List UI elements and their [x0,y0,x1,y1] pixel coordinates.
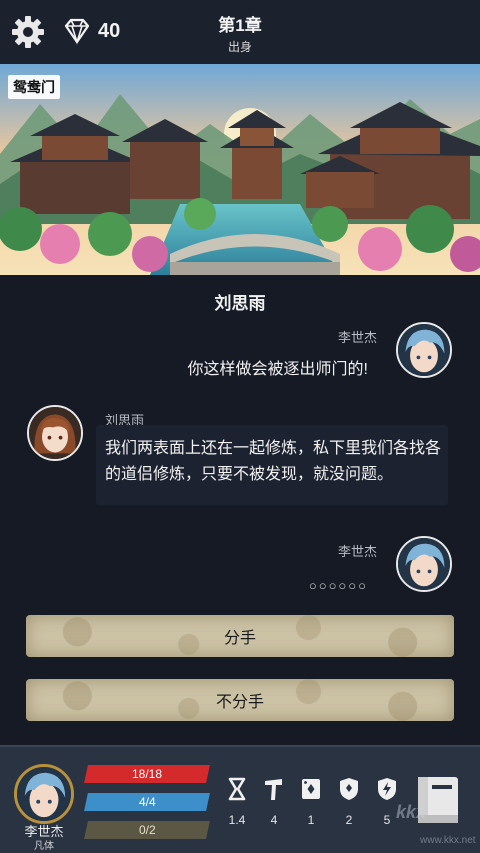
mp-value: 4/4 [138,795,156,809]
chapter-subtitle: 出身 [227,40,252,54]
speaker-name: 李世杰 [337,544,377,559]
hp-value: 18/18 [131,767,163,781]
attribute-hammer[interactable] [259,776,289,802]
male-character-avatar [396,322,452,378]
location-label: 鸳鸯门 [8,75,60,99]
attribute-hourglass[interactable] [222,776,252,802]
watermark: kkx [396,802,427,822]
player-realm: 凡体 [34,841,54,852]
xp-bar: 0/2 [84,821,210,839]
chapter-title: 第1章 [218,16,262,35]
player-status-bar: 李世杰 凡体 18/18 4/4 0/2 1.4 4 1 2 5 [0,745,480,853]
hammer-icon [265,779,282,800]
mp-bar: 4/4 [84,793,210,811]
watermark-url: www.kkx.net [420,835,476,846]
lightning-icon [378,778,396,800]
dialogue-text: ○○○○○○ [308,578,368,593]
dialogue-panel: 刘思雨 李世杰 你这样做会被逐出师门的! 刘思雨 我们两表面上还在一起修炼，私下… [0,275,480,745]
attribute-card[interactable] [296,776,326,802]
female-character-avatar [27,405,83,461]
current-speaker-name: 刘思雨 [214,294,266,313]
player-avatar[interactable] [14,764,74,824]
attribute-value: 1.4 [228,813,246,827]
xp-value: 0/2 [138,823,156,837]
male-character-avatar [396,536,452,592]
attribute-shield[interactable] [334,776,364,802]
shield-icon [340,778,358,800]
hp-bar: 18/18 [84,765,210,783]
choice-label: 不分手 [215,694,264,711]
attribute-value: 4 [270,813,278,827]
speaker-name: 李世杰 [337,330,377,345]
attribute-value: 1 [307,813,315,827]
dialogue-text: 你这样做会被逐出师门的! [187,361,368,378]
attribute-lightning[interactable] [372,776,402,802]
top-bar: 40 第1章 出身 [0,0,480,64]
choice-button-stay[interactable]: 不分手 [26,679,454,721]
scene-illustration: 鸳鸯门 [0,64,480,275]
palace-scene-image [0,64,480,275]
card-icon [302,779,320,799]
choice-button-breakup[interactable]: 分手 [26,615,454,657]
choice-label: 分手 [223,630,256,647]
dialogue-text: 我们两表面上还在一起修炼，私下里我们各找各的道侣修炼，只要不被发现，就没问题。 [105,440,442,483]
attribute-value: 2 [345,813,353,827]
hourglass-icon [228,777,246,801]
